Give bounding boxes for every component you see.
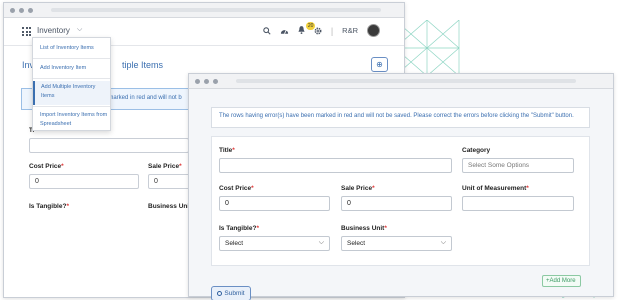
company-name[interactable]: R&R: [342, 26, 358, 35]
window-dot: [10, 7, 15, 13]
window-dot: [204, 78, 209, 84]
menu-divider: [33, 78, 110, 79]
window-dot: [19, 7, 24, 13]
topbar-actions: 20 | R&R: [263, 21, 380, 37]
add-more-button[interactable]: +Add More: [542, 275, 581, 287]
submit-button[interactable]: Submit: [211, 286, 251, 300]
category-select[interactable]: Select Some Options: [462, 158, 574, 173]
notification-badge: 20: [305, 21, 316, 30]
uom-input[interactable]: [462, 196, 574, 211]
address-bar[interactable]: [51, 8, 381, 12]
sale-price-input-back[interactable]: 0: [148, 174, 190, 189]
chevron-down-icon[interactable]: ⌵: [77, 26, 82, 34]
cost-price-input-back[interactable]: 0: [29, 174, 139, 189]
bell-icon[interactable]: [298, 25, 305, 34]
cost-price-label: Cost Price*: [219, 185, 254, 192]
screenshot-stage: Inventory ⌵ 20 | R&R Inv tiple Items ⊕ e…: [0, 0, 620, 300]
window-dot: [28, 7, 33, 13]
avatar[interactable]: [367, 24, 380, 37]
window-chrome: [4, 3, 404, 18]
category-label: Category: [462, 147, 491, 154]
front-browser-window: The rows having error(s) have been marke…: [188, 73, 614, 300]
sale-price-input[interactable]: 0: [341, 196, 452, 211]
page-title-fragment-right: tiple Items: [122, 60, 164, 70]
sale-price-label: Sale Price*: [341, 185, 375, 192]
check-circle-icon: [217, 291, 223, 296]
business-unit-label: Business Unit*: [341, 225, 387, 232]
error-alert-text: The rows having error(s) have been marke…: [219, 113, 574, 119]
module-switcher-label[interactable]: Inventory: [37, 26, 70, 35]
search-icon[interactable]: [263, 26, 271, 35]
menu-divider: [33, 58, 110, 59]
gear-icon[interactable]: [314, 27, 322, 35]
plus-circle-icon[interactable]: ⊕: [371, 57, 388, 72]
front-page-body: The rows having error(s) have been marke…: [189, 89, 613, 300]
chevron-down-icon: ⌵: [440, 239, 446, 246]
menu-item-import-spreadsheet[interactable]: Import Inventory Items from Spreadsheet: [33, 111, 110, 129]
notifications[interactable]: 20: [298, 21, 316, 36]
cost-price-input[interactable]: 0: [219, 196, 330, 211]
grid-icon[interactable]: [22, 27, 31, 36]
menu-divider: [33, 106, 110, 107]
window-dot: [195, 78, 200, 84]
business-unit-label-back: Business Unit*: [148, 203, 194, 210]
divider: |: [330, 25, 334, 36]
title-input-back[interactable]: [29, 138, 189, 153]
title-label: Title*: [219, 147, 235, 154]
inventory-dropdown-menu: List of Inventory Items Add Inventory It…: [32, 37, 111, 131]
title-input[interactable]: [219, 158, 452, 173]
is-tangible-label: Is Tangible?*: [219, 225, 259, 232]
window-chrome: [189, 74, 613, 89]
item-form-card: Title* Category Select Some Options Cost…: [211, 136, 590, 266]
window-dot: [213, 78, 218, 84]
menu-item-list-inventory[interactable]: List of Inventory Items: [33, 44, 110, 53]
address-bar[interactable]: [236, 79, 576, 83]
menu-item-add-multiple[interactable]: Add Multiple Inventory Items: [33, 81, 110, 105]
back-alert-text: en marked in red and will not b: [100, 95, 182, 101]
business-unit-select[interactable]: Select ⌵: [341, 236, 452, 251]
chevron-down-icon: ⌵: [318, 239, 324, 246]
is-tangible-select[interactable]: Select ⌵: [219, 236, 330, 251]
dashboard-icon[interactable]: [280, 27, 289, 35]
menu-item-add-inventory[interactable]: Add Inventory Item: [33, 64, 110, 73]
is-tangible-label-back: Is Tangible?*: [29, 203, 69, 210]
uom-label: Unit of Measurement*: [462, 185, 529, 192]
sale-price-label-back: Sale Price*: [148, 163, 182, 170]
cost-price-label-back: Cost Price*: [29, 163, 64, 170]
